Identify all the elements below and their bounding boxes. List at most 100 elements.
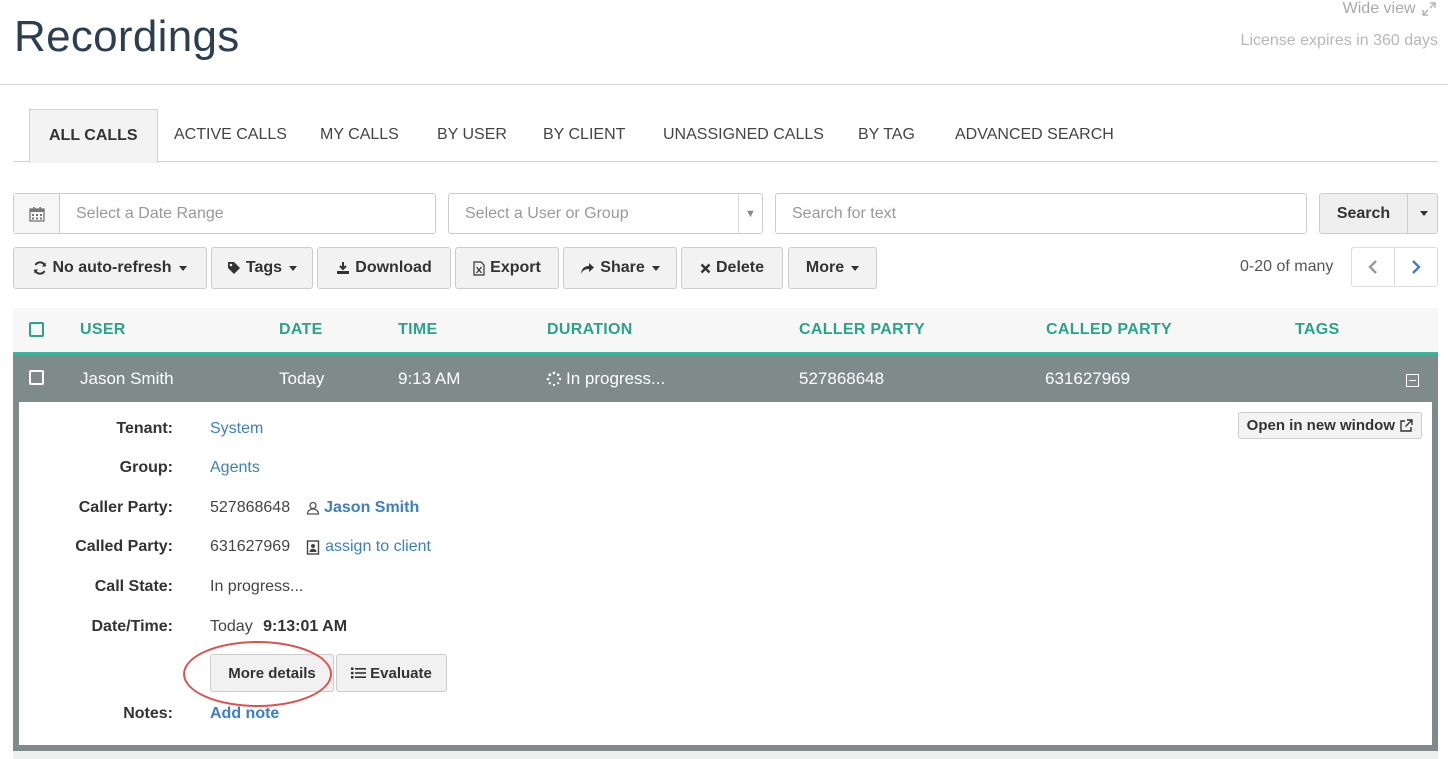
date-range-addon[interactable] — [14, 194, 60, 233]
tab-by-tag[interactable]: BY TAG — [858, 109, 915, 162]
datetime-value: Today 9:13:01 AM — [210, 618, 347, 636]
user-group-select[interactable]: ▼ — [448, 193, 763, 234]
row-date: Today — [279, 369, 325, 388]
download-label: Download — [355, 259, 432, 276]
page-header: Recordings Wide view License expires in … — [0, 0, 1448, 85]
previous-page-button[interactable] — [1351, 247, 1395, 287]
search-button[interactable]: Search — [1319, 193, 1408, 234]
column-header-tags[interactable]: TAGS — [1295, 321, 1339, 339]
group-label: Group: — [119, 459, 173, 476]
share-label: Share — [600, 259, 645, 276]
column-header-user[interactable]: USER — [80, 321, 126, 339]
row-time: 9:13 AM — [398, 369, 461, 388]
more-label: More — [805, 259, 845, 276]
filter-row: ▼ Search — [0, 193, 1448, 234]
tags-label: Tags — [245, 259, 283, 276]
auto-refresh-button[interactable]: No auto-refresh — [13, 247, 207, 289]
tags-button[interactable]: Tags — [211, 247, 313, 289]
call-state-value: In progress... — [210, 578, 304, 595]
caller-party-number: 527868648 — [210, 499, 291, 516]
more-button[interactable]: More — [788, 247, 877, 289]
tab-by-client[interactable]: BY CLIENT — [543, 109, 625, 162]
column-header-date[interactable]: DATE — [279, 321, 323, 339]
caret-down-icon — [651, 265, 660, 271]
row-duration: In progress... — [546, 369, 665, 389]
tenant-link[interactable]: System — [210, 420, 263, 438]
open-new-window-button[interactable]: Open in new window — [1237, 412, 1422, 439]
share-button[interactable]: Share — [563, 247, 677, 289]
column-header-called-party[interactable]: CALLED PARTY — [1046, 321, 1172, 339]
license-notice: License expires in 360 days — [1240, 32, 1438, 49]
called-party-value: 631627969 assign to client — [210, 538, 431, 556]
column-header-caller-party[interactable]: CALLER PARTY — [799, 321, 925, 339]
auto-refresh-label: No auto-refresh — [52, 259, 172, 276]
evaluate-button[interactable]: Evaluate — [336, 654, 447, 692]
datetime-date: Today — [210, 618, 253, 635]
excel-file-icon — [473, 260, 485, 276]
row-called-party: 631627969 — [1045, 369, 1131, 388]
chevron-left-icon — [1368, 260, 1377, 274]
tag-icon — [227, 262, 240, 274]
called-party-number: 631627969 — [210, 538, 291, 555]
table-row[interactable]: Jason Smith Today 9:13 AM In progress...… — [13, 355, 1438, 402]
next-page-button[interactable] — [1394, 247, 1438, 287]
caller-party-value: 527868648 Jason Smith — [210, 499, 419, 517]
row-duration-label: In progress... — [566, 369, 666, 388]
tab-by-user[interactable]: BY USER — [437, 109, 507, 162]
contact-card-icon — [306, 539, 320, 555]
chevron-right-icon — [1412, 260, 1421, 274]
list-icon — [351, 667, 367, 679]
refresh-icon — [34, 261, 47, 275]
tab-my-calls[interactable]: MY CALLS — [320, 109, 399, 162]
expand-icon — [1422, 2, 1436, 16]
date-range-group — [13, 193, 436, 234]
select-all-checkbox[interactable] — [29, 322, 44, 337]
column-header-duration[interactable]: DURATION — [547, 321, 633, 339]
delete-button[interactable]: Delete — [681, 247, 783, 289]
notes-label: Notes: — [123, 705, 173, 722]
action-toolbar: No auto-refresh Tags Download Export Sha… — [0, 247, 1448, 289]
open-new-window-label: Open in new window — [1246, 417, 1395, 434]
export-label: Export — [490, 259, 541, 276]
search-options-toggle[interactable] — [1407, 193, 1438, 234]
user-group-input[interactable] — [449, 194, 739, 233]
search-text-input[interactable] — [775, 193, 1307, 234]
tab-all-calls[interactable]: ALL CALLS — [29, 109, 158, 163]
wide-view-link[interactable]: Wide view — [1343, 0, 1436, 18]
next-row-edge — [13, 751, 1438, 759]
date-range-input[interactable] — [61, 194, 431, 233]
row-checkbox[interactable] — [29, 370, 44, 385]
collapse-row-icon[interactable] — [1406, 374, 1419, 387]
caller-user-link[interactable]: Jason Smith — [324, 499, 419, 517]
row-caller-party: 527868648 — [799, 369, 885, 388]
tab-advanced-search[interactable]: ADVANCED SEARCH — [955, 109, 1114, 162]
more-details-button[interactable]: More details — [210, 654, 334, 692]
tenant-label: Tenant: — [116, 420, 173, 437]
tab-unassigned-calls[interactable]: UNASSIGNED CALLS — [663, 109, 824, 162]
tab-active-calls[interactable]: ACTIVE CALLS — [174, 109, 287, 162]
group-link[interactable]: Agents — [210, 459, 260, 477]
row-detail-panel: Open in new window Tenant: System Group:… — [13, 402, 1438, 751]
caret-down-icon — [289, 265, 298, 271]
close-icon — [700, 263, 711, 273]
download-button[interactable]: Download — [317, 247, 451, 289]
column-header-time[interactable]: TIME — [398, 321, 437, 339]
export-button[interactable]: Export — [455, 247, 559, 289]
paging-status: 0-20 of many — [1240, 258, 1334, 275]
tab-bar: ALL CALLS ACTIVE CALLS MY CALLS BY USER … — [13, 109, 1438, 163]
evaluate-label: Evaluate — [370, 664, 432, 682]
add-note-link[interactable]: Add note — [210, 705, 279, 723]
caret-down-icon — [851, 265, 860, 271]
datetime-label: Date/Time: — [91, 618, 173, 635]
share-icon — [581, 262, 595, 274]
download-icon — [337, 262, 350, 274]
chevron-down-icon[interactable]: ▼ — [738, 194, 762, 233]
datetime-time: 9:13:01 AM — [263, 618, 348, 635]
calendar-icon — [28, 206, 45, 222]
row-user: Jason Smith — [80, 369, 174, 388]
table-header: USER DATE TIME DURATION CALLER PARTY CAL… — [13, 308, 1438, 355]
caller-party-label: Caller Party: — [78, 499, 173, 516]
called-party-label: Called Party: — [75, 538, 173, 555]
assign-to-client-link[interactable]: assign to client — [325, 538, 431, 556]
spinner-icon — [546, 371, 562, 387]
